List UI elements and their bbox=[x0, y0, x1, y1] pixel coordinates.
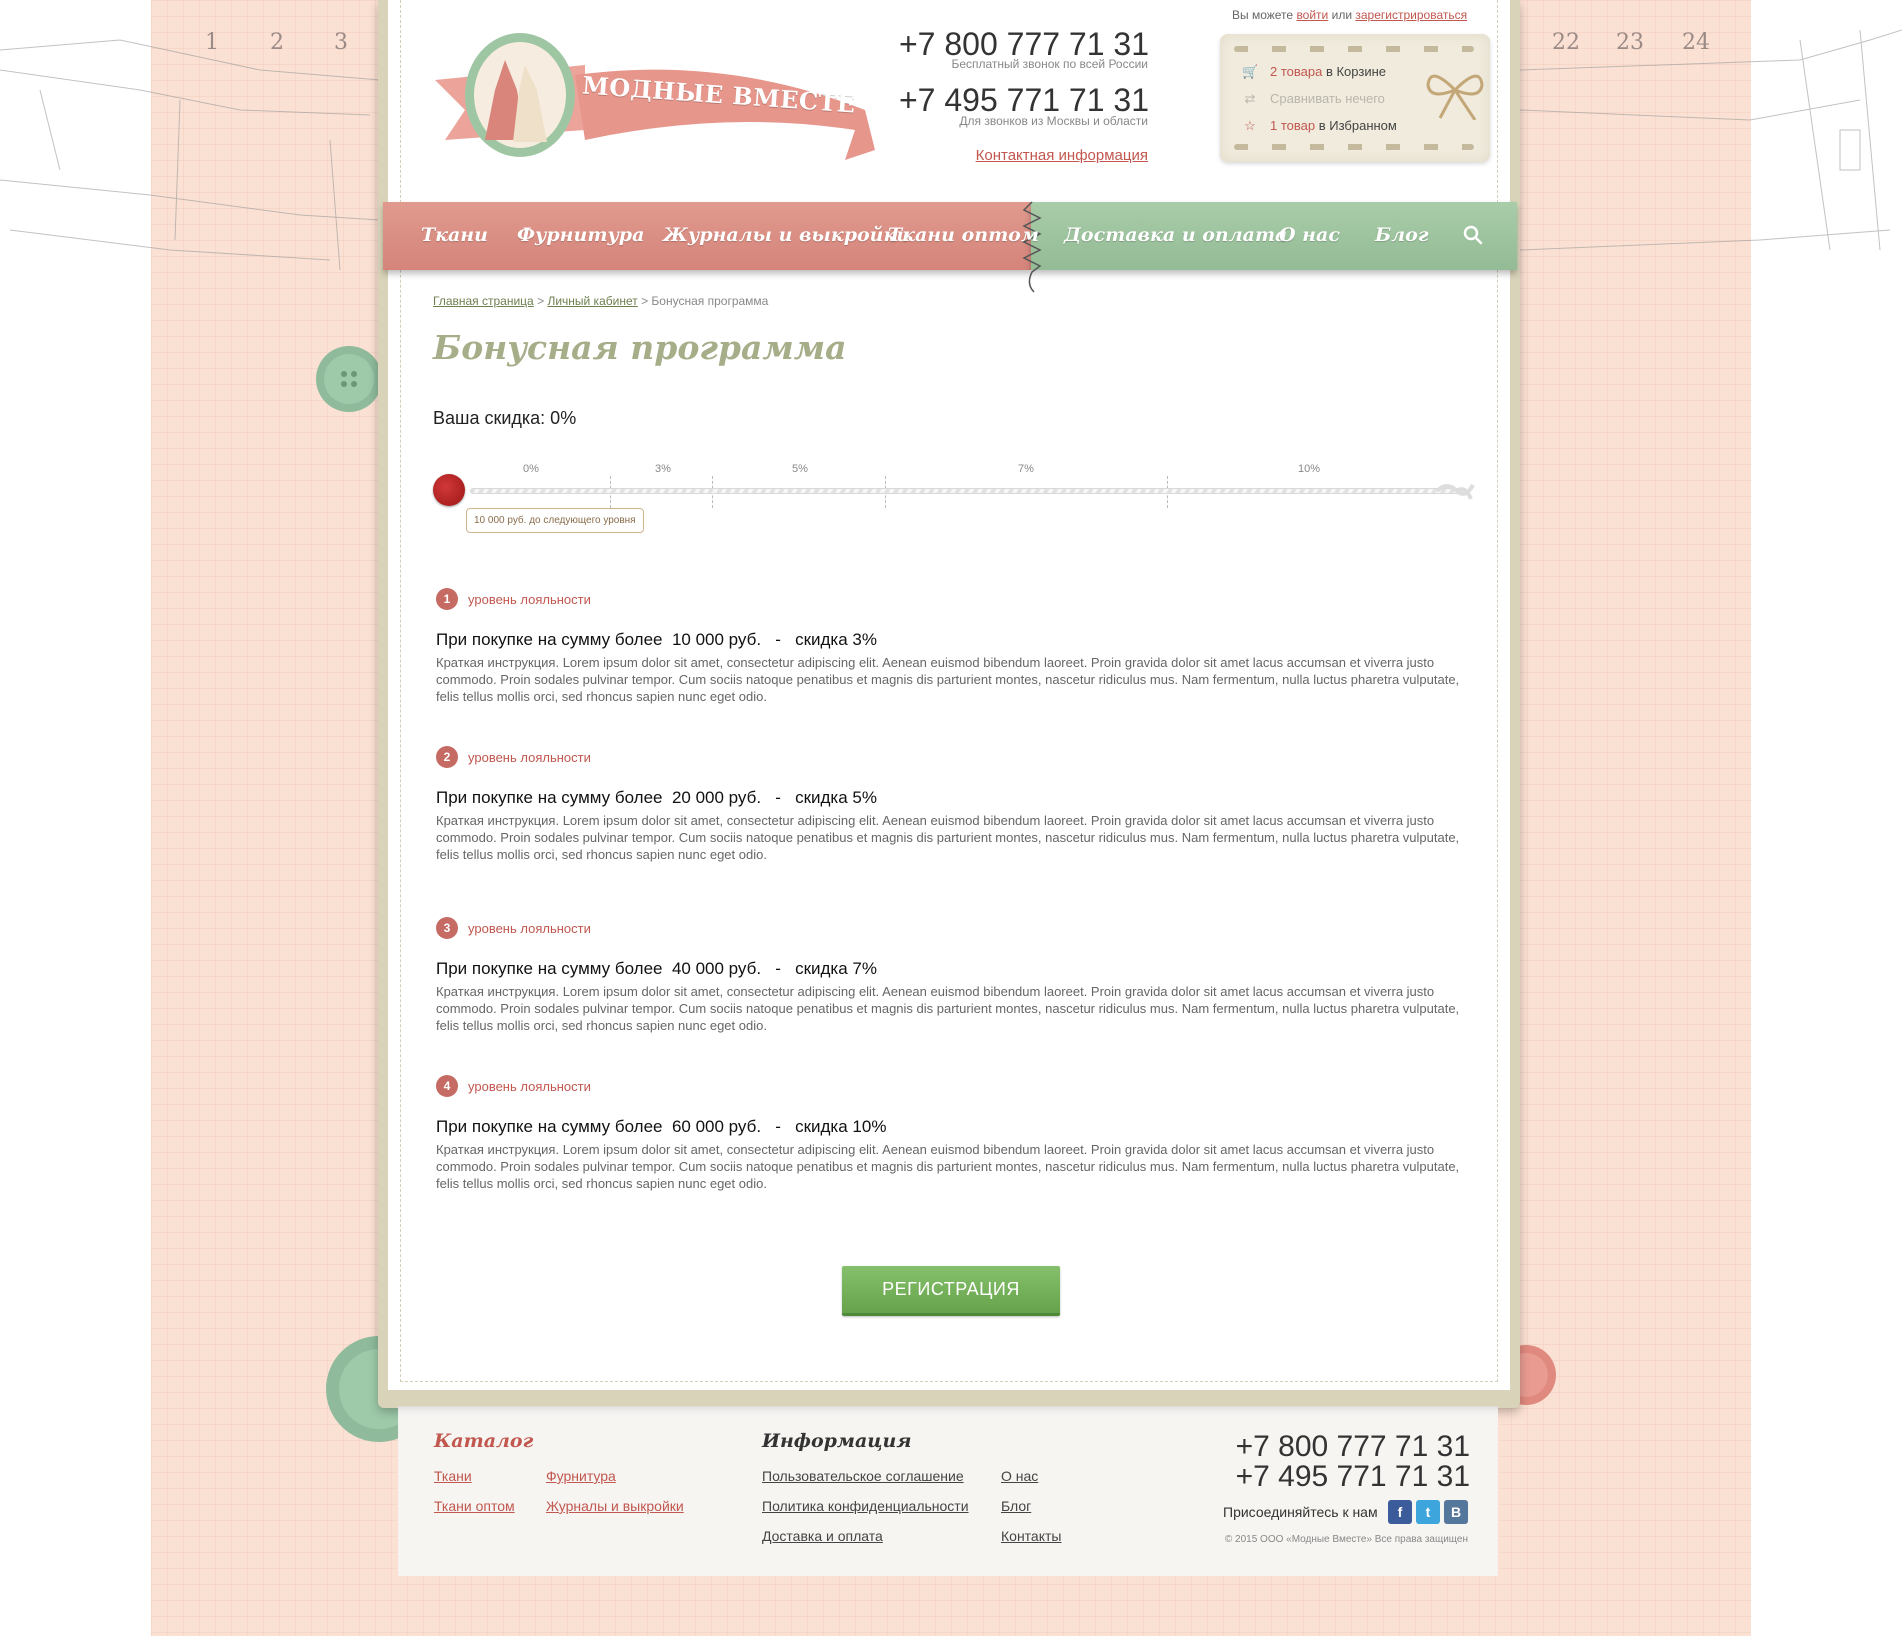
level-number-badge: 1 bbox=[436, 588, 458, 610]
cart-link[interactable]: 🛒 2 товара в Корзине bbox=[1242, 64, 1386, 80]
footer-link-about[interactable]: О нас bbox=[1001, 1468, 1038, 1484]
level-title: При покупке на сумму более 10 000 руб. -… bbox=[436, 630, 877, 649]
ruler-number: 24 bbox=[1682, 30, 1710, 55]
level-label: уровень лояльности bbox=[468, 920, 591, 936]
progress-rope bbox=[470, 488, 1465, 494]
loyalty-level: 3 уровень лояльности При покупке на сумму… bbox=[436, 916, 1466, 1034]
footer-phone-1[interactable]: +7 800 777 71 31 bbox=[1236, 1430, 1470, 1464]
footer-link-delivery[interactable]: Доставка и оплата bbox=[762, 1528, 883, 1544]
progress-tick-label: 7% bbox=[1018, 463, 1034, 475]
favorites-link[interactable]: ☆ 1 товар в Избранном bbox=[1242, 118, 1397, 134]
star-icon: ☆ bbox=[1244, 118, 1256, 133]
footer-catalog-title: Каталог bbox=[434, 1430, 534, 1452]
footer-info-title: Информация bbox=[762, 1430, 912, 1452]
nav-item-blog[interactable]: Блог bbox=[1375, 224, 1429, 246]
progress-tick-label: 10% bbox=[1297, 463, 1321, 475]
nav-item-magazines[interactable]: Журналы и выкройки bbox=[663, 224, 910, 246]
auth-prefix: Вы можете bbox=[1232, 8, 1294, 22]
level-title: При покупке на сумму более 60 000 руб. -… bbox=[436, 1117, 887, 1136]
twine-bow-icon bbox=[1426, 74, 1484, 120]
cart-suffix: в Корзине bbox=[1325, 64, 1387, 79]
level-number-badge: 4 bbox=[436, 1075, 458, 1097]
level-title: При покупке на сумму более 20 000 руб. -… bbox=[436, 788, 877, 807]
breadcrumb-separator: > bbox=[641, 294, 649, 308]
level-number-badge: 2 bbox=[436, 746, 458, 768]
register-link[interactable]: зарегистрироваться bbox=[1355, 8, 1467, 22]
footer-link-contacts[interactable]: Контакты bbox=[1001, 1528, 1061, 1544]
ruler-number: 22 bbox=[1552, 30, 1580, 55]
rope-knot-icon bbox=[1435, 483, 1475, 500]
level-description: Краткая инструкция. Lorem ipsum dolor si… bbox=[436, 984, 1460, 1033]
header-phone-1-note: Бесплатный звонок по всей России bbox=[951, 57, 1148, 71]
stitch-decoration bbox=[1234, 46, 1474, 52]
social-join-label: Присоединяйтесь к нам bbox=[1223, 1504, 1378, 1520]
progress-tick-label: 0% bbox=[523, 463, 539, 475]
loyalty-level: 1 уровень лояльности При покупке на сумму… bbox=[436, 587, 1466, 705]
next-level-tooltip: 10 000 руб. до следующего уровня bbox=[466, 508, 644, 533]
loyalty-progress: 0% 3% 5% 7% 10% 10 000 руб. до следующег… bbox=[430, 460, 1480, 540]
auth-or: или bbox=[1331, 8, 1353, 22]
page-title: Бонусная программа bbox=[433, 328, 847, 367]
footer-link-fabrics[interactable]: Ткани bbox=[434, 1468, 472, 1484]
footer-link-agreement[interactable]: Пользовательское соглашение bbox=[762, 1468, 964, 1484]
progress-tick-label: 3% bbox=[655, 463, 671, 475]
header-phone-2-note: Для звонков из Москвы и области bbox=[959, 114, 1148, 128]
login-link[interactable]: войти bbox=[1296, 8, 1328, 22]
facebook-icon[interactable]: f bbox=[1388, 1500, 1412, 1524]
fav-count: 1 товар bbox=[1270, 118, 1316, 133]
search-icon[interactable] bbox=[1462, 224, 1484, 246]
register-button[interactable]: РЕГИСТРАЦИЯ bbox=[842, 1266, 1060, 1316]
cart-count: 2 товара bbox=[1270, 64, 1323, 79]
nav-item-wholesale[interactable]: Ткани оптом bbox=[888, 224, 1039, 246]
level-description: Краткая инструкция. Lorem ipsum dolor si… bbox=[436, 813, 1460, 862]
green-button-decoration bbox=[316, 346, 382, 412]
contact-info-link[interactable]: Контактная информация bbox=[976, 147, 1148, 164]
footer-phone-2[interactable]: +7 495 771 71 31 bbox=[1236, 1460, 1470, 1494]
progress-tick-label: 5% bbox=[792, 463, 808, 475]
footer-link-wholesale[interactable]: Ткани оптом bbox=[434, 1498, 515, 1514]
compare-link[interactable]: ⇄ Сравнивать нечего bbox=[1242, 91, 1385, 107]
footer-link-blog[interactable]: Блог bbox=[1001, 1498, 1031, 1514]
ruler-number: 23 bbox=[1616, 30, 1644, 55]
nav-item-fabrics[interactable]: Ткани bbox=[421, 224, 488, 246]
fav-suffix: в Избранном bbox=[1318, 118, 1397, 133]
level-description: Краткая инструкция. Lorem ipsum dolor si… bbox=[436, 655, 1460, 704]
progress-marker bbox=[433, 474, 465, 506]
breadcrumb-current: Бонусная программа bbox=[651, 294, 769, 308]
breadcrumb-separator: > bbox=[537, 294, 545, 308]
sewing-pattern-decoration bbox=[0, 39, 380, 271]
ruler-number: 3 bbox=[334, 30, 348, 55]
compare-text: Сравнивать нечего bbox=[1270, 91, 1385, 106]
level-label: уровень лояльности bbox=[468, 1078, 591, 1094]
footer-link-accessories[interactable]: Фурнитура bbox=[546, 1468, 616, 1484]
compare-icon: ⇄ bbox=[1244, 91, 1256, 106]
breadcrumb-home[interactable]: Главная страница bbox=[433, 294, 534, 308]
breadcrumb-cabinet[interactable]: Личный кабинет bbox=[547, 294, 637, 308]
stitch-decoration bbox=[1234, 144, 1474, 150]
user-box: 🛒 2 товара в Корзине ⇄ Сравнивать нечего ☆… bbox=[1220, 34, 1490, 162]
level-label: уровень лояльности bbox=[468, 591, 591, 607]
loyalty-level: 4 уровень лояльности При покупке на сумму… bbox=[436, 1074, 1466, 1192]
current-discount: Ваша скидка: 0% bbox=[433, 408, 577, 428]
twitter-icon[interactable]: t bbox=[1416, 1500, 1440, 1524]
footer-link-magazines[interactable]: Журналы и выкройки bbox=[546, 1498, 684, 1514]
zigzag-stitch-decoration bbox=[1022, 201, 1042, 293]
nav-item-delivery[interactable]: Доставка и оплата bbox=[1064, 224, 1287, 246]
vk-icon[interactable]: B bbox=[1444, 1500, 1468, 1524]
level-description: Краткая инструкция. Lorem ipsum dolor si… bbox=[436, 1142, 1460, 1191]
copyright: © 2015 ООО «Модные Вместе» Все права защ… bbox=[1224, 1534, 1468, 1545]
level-label: уровень лояльности bbox=[468, 749, 591, 765]
level-number-badge: 3 bbox=[436, 917, 458, 939]
nav-item-about[interactable]: О нас bbox=[1279, 224, 1340, 246]
ruler-number: 2 bbox=[270, 30, 284, 55]
level-title: При покупке на сумму более 40 000 руб. -… bbox=[436, 959, 877, 978]
auth-line: Вы можете войти или зарегистрироваться bbox=[1232, 8, 1467, 22]
cart-icon: 🛒 bbox=[1242, 64, 1259, 79]
breadcrumb: Главная страница > Личный кабинет > Бону… bbox=[433, 294, 768, 308]
nav-item-accessories[interactable]: Фурнитура bbox=[517, 224, 644, 246]
footer-link-privacy[interactable]: Политика конфиденциальности bbox=[762, 1498, 969, 1514]
ruler-number: 1 bbox=[205, 30, 219, 55]
loyalty-level: 2 уровень лояльности При покупке на сумму… bbox=[436, 745, 1466, 863]
